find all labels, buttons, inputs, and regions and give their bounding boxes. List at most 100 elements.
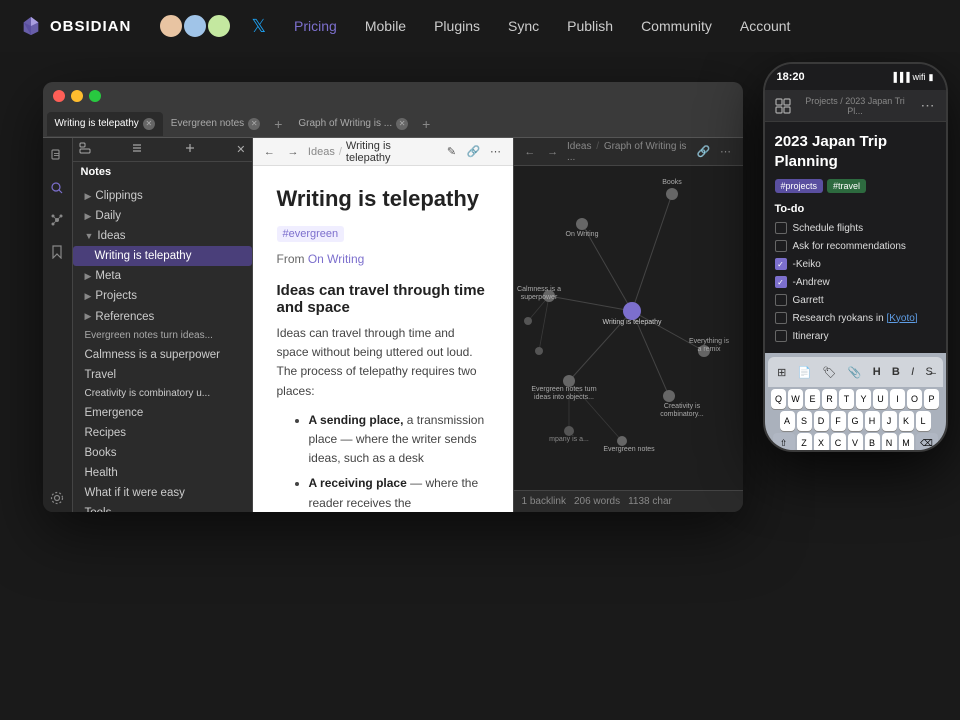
key-Y[interactable]: Y [856,389,871,409]
edit-button[interactable]: ✎ [443,143,461,161]
sidebar-item-tools[interactable]: Tools [73,503,252,512]
checkbox-0[interactable] [775,222,787,234]
sidebar-item-recipes[interactable]: Recipes [73,423,252,443]
tab-graph[interactable]: Graph of Writing is ... ✕ [290,112,416,136]
key-S[interactable]: S [797,411,812,431]
sidebar-icon-bookmark[interactable] [47,242,67,262]
back-button[interactable]: ← [261,143,279,161]
sidebar-item-books[interactable]: Books [73,443,252,463]
sidebar-icon-files[interactable] [47,146,67,166]
nav-link-mobile[interactable]: Mobile [353,14,418,38]
key-delete[interactable]: ⌫ [916,433,938,452]
key-X[interactable]: X [814,433,829,452]
checkbox-6[interactable] [775,330,787,342]
key-D[interactable]: D [814,411,829,431]
sidebar-icon-graph[interactable] [47,210,67,230]
kb-tool-attach[interactable]: 📎 [844,364,866,381]
tab-add-button[interactable]: + [268,116,288,132]
graph-link-button[interactable]: 🔗 [695,143,713,161]
sidebar-item-health[interactable]: Health [73,463,252,483]
todo-item-5[interactable]: Research ryokans in [Kyoto] [775,311,936,325]
sidebar-item-clippings[interactable]: ▶Clippings [73,186,252,206]
link-button[interactable]: 🔗 [465,143,483,161]
tab-add-button-2[interactable]: + [416,116,436,132]
todo-item-1[interactable]: Ask for recommendations [775,239,936,253]
sidebar-item-travel[interactable]: Travel [73,365,252,385]
sidebar-icon-settings[interactable] [47,488,67,508]
key-M[interactable]: M [899,433,914,452]
tab-2-close[interactable]: ✕ [248,118,260,130]
graph-more-button[interactable]: ⋯ [717,143,735,161]
phone-nav-left[interactable] [773,96,793,116]
key-F[interactable]: F [831,411,846,431]
nav-link-publish[interactable]: Publish [555,14,625,38]
sidebar-item-daily[interactable]: ▶Daily [73,206,252,226]
key-G[interactable]: G [848,411,863,431]
kb-tool-italic[interactable]: I [907,364,918,380]
key-Z[interactable]: Z [797,433,812,452]
tab-1-close[interactable]: ✕ [143,118,155,130]
checkbox-1[interactable] [775,240,787,252]
checkbox-5[interactable] [775,312,787,324]
key-B[interactable]: B [865,433,880,452]
on-writing-link[interactable]: On Writing [308,252,364,266]
sidebar-item-calmness[interactable]: Calmness is a superpower [73,345,252,365]
phone-nav-right[interactable]: ⋯ [918,96,938,116]
tab-evergreen-notes[interactable]: Evergreen notes ✕ [163,112,268,136]
tab-3-close[interactable]: ✕ [396,118,408,130]
todo-item-0[interactable]: Schedule flights [775,221,936,235]
key-A[interactable]: A [780,411,795,431]
key-V[interactable]: V [848,433,863,452]
key-O[interactable]: O [907,389,922,409]
phone-keyboard[interactable]: ⊞ 📄 🏷 📎 H B I S̶ Q W E R T Y U I O P [765,353,946,452]
kb-tool-tag[interactable]: 🏷 [819,364,841,381]
kb-tool-bold[interactable]: B [888,364,904,380]
graph-visualization[interactable]: Writing is telepathy On Writing Books Ca… [514,166,743,490]
logo[interactable]: OBSIDIAN [20,15,131,37]
key-W[interactable]: W [788,389,803,409]
sidebar-item-ideas[interactable]: ▼Ideas [73,226,252,246]
sidebar-item-projects[interactable]: ▶Projects [73,286,252,306]
checkbox-3[interactable] [775,276,787,288]
kb-tool-grid[interactable]: ⊞ [773,364,790,381]
kyoto-link[interactable]: [Kyoto] [886,313,917,324]
key-C[interactable]: C [831,433,846,452]
close-button[interactable] [53,90,65,102]
maximize-button[interactable] [89,90,101,102]
phone-tag-travel[interactable]: #travel [827,179,866,193]
key-E[interactable]: E [805,389,820,409]
sidebar-item-creativity[interactable]: Creativity is combinatory u... [73,385,252,403]
key-N[interactable]: N [882,433,897,452]
todo-item-3[interactable]: -Andrew [775,275,936,289]
key-L[interactable]: L [916,411,931,431]
sidebar-item-what-if[interactable]: What if it were easy [73,483,252,503]
nav-link-sync[interactable]: Sync [496,14,551,38]
nav-link-account[interactable]: Account [728,14,803,38]
sidebar-item-references[interactable]: ▶References [73,307,252,327]
sidebar-tree[interactable]: ▶Clippings ▶Daily ▼Ideas Writing is tele… [73,182,252,512]
todo-item-6[interactable]: Itinerary [775,329,936,343]
note-tag[interactable]: #evergreen [277,226,345,242]
twitter-icon[interactable]: 𝕏 [252,16,267,37]
key-K[interactable]: K [899,411,914,431]
more-button[interactable]: ⋯ [487,143,505,161]
nav-link-community[interactable]: Community [629,14,724,38]
key-U[interactable]: U [873,389,888,409]
phone-tag-projects[interactable]: #projects [775,179,824,193]
sidebar-item-writing-telepathy[interactable]: Writing is telepathy [73,246,252,266]
checkbox-2[interactable] [775,258,787,270]
kb-tool-header[interactable]: H [869,364,885,380]
sidebar-item-emergence[interactable]: Emergence [73,403,252,423]
minimize-button[interactable] [71,90,83,102]
checkbox-4[interactable] [775,294,787,306]
sidebar-item-evergreen-turn[interactable]: Evergreen notes turn ideas... [73,327,252,345]
key-H[interactable]: H [865,411,880,431]
kb-tool-strikethrough[interactable]: S̶ [921,364,936,380]
key-I[interactable]: I [890,389,905,409]
forward-button[interactable]: → [284,143,302,161]
todo-item-4[interactable]: Garrett [775,293,936,307]
key-shift[interactable]: ⇧ [773,433,795,452]
key-T[interactable]: T [839,389,854,409]
graph-forward-button[interactable]: → [544,143,561,161]
nav-link-pricing[interactable]: Pricing [282,14,349,38]
